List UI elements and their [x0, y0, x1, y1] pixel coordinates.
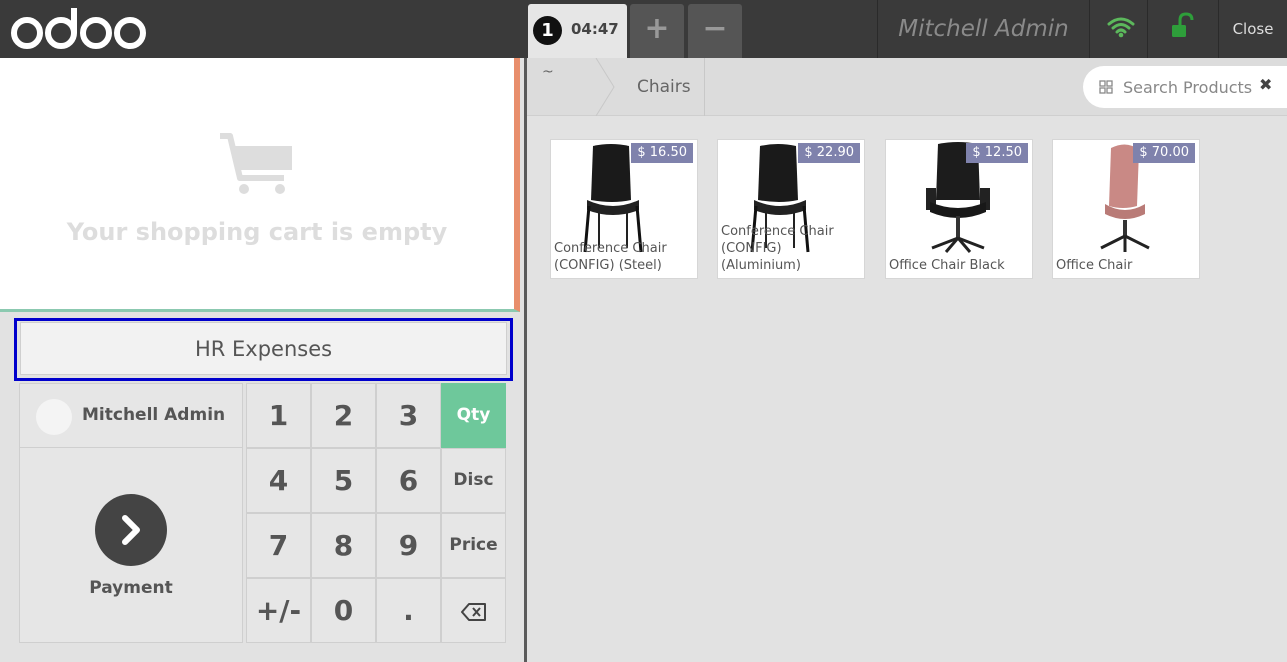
breadcrumb-divider — [704, 58, 705, 116]
order-number-badge: 1 — [533, 16, 562, 45]
new-order-button[interactable]: + — [630, 4, 684, 58]
numpad-key-1[interactable]: 1 — [246, 383, 311, 448]
price-mode-button[interactable]: Price — [441, 513, 506, 578]
lock-icon[interactable] — [1148, 0, 1218, 58]
numpad-key-4[interactable]: 4 — [246, 448, 311, 513]
price-tag: $ 70.00 — [1133, 143, 1195, 163]
order-tab[interactable]: 1 04:47 — [528, 4, 627, 58]
home-breadcrumb[interactable]: ~ — [542, 64, 554, 80]
customer-name: Mitchell Admin — [82, 405, 226, 425]
numpad-key-2[interactable]: 2 — [311, 383, 376, 448]
price-tag: $ 16.50 — [631, 143, 693, 163]
numpad-key-plus-minus[interactable]: +/- — [246, 578, 311, 643]
numpad-key-8[interactable]: 8 — [311, 513, 376, 578]
product-name: Conference Chair (CONFIG) (Aluminium) — [721, 224, 834, 273]
numpad-key-6[interactable]: 6 — [376, 448, 441, 513]
clear-search-icon[interactable]: ✖ — [1259, 75, 1272, 94]
product-name: Office Chair Black — [889, 258, 1005, 273]
numpad-key-5[interactable]: 5 — [311, 448, 376, 513]
search-input[interactable] — [1123, 74, 1253, 100]
category-breadcrumb[interactable]: Chairs — [637, 58, 691, 116]
numpad-key-9[interactable]: 9 — [376, 513, 441, 578]
numpad: 1 2 3 Qty 4 5 6 Disc 7 8 9 Price +/- 0 . — [246, 383, 506, 643]
empty-cart-message: Your shopping cart is empty — [66, 218, 448, 246]
payment-label: Payment — [89, 578, 173, 598]
product-card[interactable]: $ 16.50 Conference Chair (CONFIG) (Steel… — [550, 139, 698, 279]
payment-circle — [95, 494, 167, 566]
order-time: 04:47 — [571, 20, 619, 38]
chevron-right-icon — [122, 515, 140, 545]
delete-order-button[interactable]: − — [688, 4, 742, 58]
product-name: Office Chair — [1056, 258, 1133, 273]
disc-mode-button[interactable]: Disc — [441, 448, 506, 513]
cart-icon — [220, 133, 292, 194]
barcode-search-icon — [1099, 80, 1113, 94]
product-card[interactable]: $ 70.00 Office Chair — [1052, 139, 1200, 279]
numpad-key-dot[interactable]: . — [376, 578, 441, 643]
product-card[interactable]: $ 22.90 Conference Chair (CONFIG) (Alumi… — [717, 139, 865, 279]
product-card[interactable]: $ 12.50 Office Chair Black — [885, 139, 1033, 279]
close-button[interactable]: Close — [1219, 0, 1287, 58]
top-header: 1 04:47 + − Mitchell Admin Close — [0, 0, 1287, 58]
wifi-icon[interactable] — [1090, 0, 1148, 58]
numpad-key-7[interactable]: 7 — [246, 513, 311, 578]
backspace-icon — [460, 603, 486, 621]
numpad-key-3[interactable]: 3 — [376, 383, 441, 448]
numpad-key-0[interactable]: 0 — [311, 578, 376, 643]
avatar — [36, 399, 72, 435]
cashier-name[interactable]: Mitchell Admin — [878, 0, 1089, 58]
breadcrumb-arrow-icon — [595, 58, 615, 116]
odoo-logo — [11, 8, 146, 49]
search-box: ✖ — [1083, 66, 1287, 108]
qty-mode-button[interactable]: Qty — [441, 383, 506, 448]
payment-button[interactable]: Payment — [19, 447, 243, 643]
product-name: Conference Chair (CONFIG) (Steel) — [554, 241, 667, 273]
hr-expenses-button[interactable]: HR Expenses — [20, 322, 507, 375]
customer-button[interactable]: Mitchell Admin — [19, 383, 243, 448]
order-cart: Your shopping cart is empty — [0, 58, 520, 312]
price-tag: $ 22.90 — [798, 143, 860, 163]
price-tag: $ 12.50 — [966, 143, 1028, 163]
backspace-button[interactable] — [441, 578, 506, 643]
order-pane: Your shopping cart is empty HR Expenses … — [0, 58, 527, 662]
